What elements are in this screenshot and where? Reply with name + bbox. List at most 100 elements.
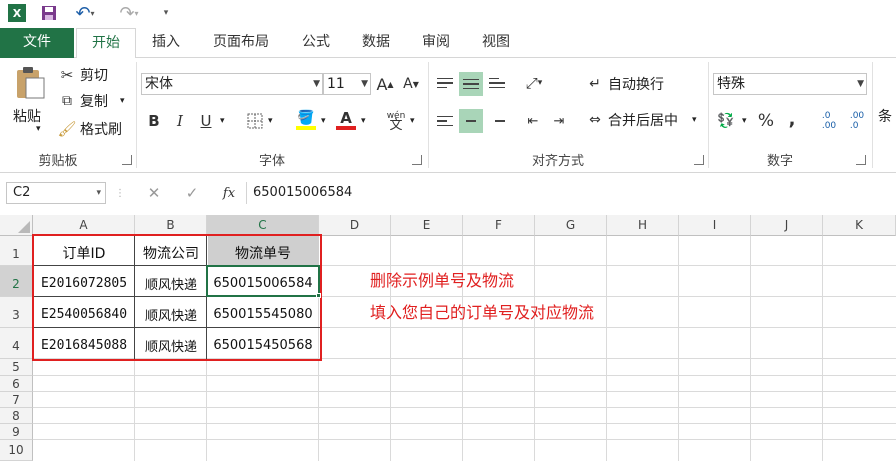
insert-function-button[interactable]: fx: [218, 183, 240, 203]
fill-color-dropdown-icon[interactable]: ▾: [321, 116, 326, 126]
column-header-j[interactable]: J: [751, 215, 823, 236]
tab-page-layout[interactable]: 页面布局: [205, 28, 277, 58]
paste-icon[interactable]: [12, 66, 48, 100]
bold-button[interactable]: B: [144, 110, 164, 132]
accounting-format-icon[interactable]: 💱: [714, 110, 738, 132]
accounting-dropdown-icon[interactable]: ▾: [742, 116, 747, 126]
borders-icon[interactable]: [244, 110, 266, 132]
formula-input[interactable]: 650015006584: [246, 182, 896, 204]
conditional-format-button[interactable]: 条: [878, 106, 892, 126]
italic-button[interactable]: I: [170, 110, 190, 132]
copy-dropdown-icon[interactable]: ▾: [120, 96, 125, 106]
font-group-label: 字体: [258, 154, 285, 169]
column-header-k[interactable]: K: [823, 215, 896, 236]
cut-button[interactable]: 剪切: [80, 66, 108, 84]
tab-home[interactable]: 开始: [76, 28, 136, 59]
comma-button[interactable]: ,: [782, 108, 802, 130]
align-middle-icon[interactable]: [459, 72, 483, 96]
row-header-6[interactable]: 6: [0, 376, 33, 392]
instruction-note-1: 删除示例单号及物流: [370, 271, 515, 290]
column-header-b[interactable]: B: [135, 215, 207, 236]
column-header-f[interactable]: F: [463, 215, 535, 236]
orientation-icon[interactable]: ⤢ ▾: [520, 72, 548, 94]
font-name-select[interactable]: 宋体 ▼: [141, 73, 323, 95]
borders-dropdown-icon[interactable]: ▾: [268, 116, 273, 126]
percent-button[interactable]: %: [756, 110, 776, 132]
row-header-4[interactable]: 4: [0, 328, 33, 359]
gridline: [534, 236, 535, 461]
tab-data[interactable]: 数据: [356, 28, 396, 58]
increase-indent-icon[interactable]: ⇥: [548, 110, 570, 132]
gridline: [822, 236, 823, 461]
column-header-a[interactable]: A: [33, 215, 135, 236]
column-header-i[interactable]: I: [679, 215, 751, 236]
font-color-icon[interactable]: A: [334, 108, 358, 132]
fill-color-icon[interactable]: 🪣: [294, 108, 318, 132]
align-left-icon[interactable]: [434, 110, 456, 132]
number-format-select[interactable]: 特殊 ▼: [713, 73, 867, 95]
underline-button[interactable]: U: [196, 110, 216, 132]
column-header-d[interactable]: D: [319, 215, 391, 236]
merge-center-icon: ⇔: [589, 112, 601, 128]
ribbon: 粘贴 ▾ ✂ 剪切 ⧉ 复制 ▾ 🖌 格式刷 剪贴板 宋体 ▼ 11 ▼ A ▲ A ▼…: [0, 58, 896, 173]
paste-button[interactable]: 粘贴: [13, 106, 41, 126]
fill-handle[interactable]: [316, 293, 321, 298]
decrease-indent-icon[interactable]: ⇤: [522, 110, 544, 132]
cancel-icon[interactable]: ✕: [144, 183, 164, 203]
phonetic-icon[interactable]: wén 文: [384, 108, 408, 134]
alignment-launcher-icon[interactable]: [694, 155, 704, 165]
increase-decimal-icon[interactable]: .0 .00: [816, 108, 842, 134]
tab-view[interactable]: 视图: [476, 28, 516, 58]
paste-dropdown-icon[interactable]: ▾: [36, 124, 41, 134]
font-size-select[interactable]: 11 ▼: [323, 73, 371, 95]
merge-center-button[interactable]: 合并后居中: [608, 110, 678, 130]
phonetic-dropdown-icon[interactable]: ▾: [410, 116, 415, 126]
row-header-7[interactable]: 7: [0, 392, 33, 408]
grow-font-icon[interactable]: A ▲: [376, 74, 394, 94]
customize-icon[interactable]: ▾: [160, 4, 172, 22]
row-header-9[interactable]: 9: [0, 424, 33, 440]
font-color-dropdown-icon[interactable]: ▾: [361, 116, 366, 126]
copy-button[interactable]: 复制: [80, 92, 108, 110]
font-launcher-icon[interactable]: [412, 155, 422, 165]
shrink-font-icon[interactable]: A ▼: [402, 74, 420, 94]
row-header-2[interactable]: 2: [0, 266, 33, 297]
save-icon[interactable]: [40, 4, 58, 22]
tab-insert[interactable]: 插入: [146, 28, 186, 58]
wrap-text-button[interactable]: 自动换行: [608, 74, 664, 94]
font-size-value: 11: [327, 76, 345, 92]
column-header-g[interactable]: G: [535, 215, 607, 236]
name-box[interactable]: C2 ▾: [6, 182, 106, 204]
column-header-h[interactable]: H: [607, 215, 679, 236]
redo-icon[interactable]: ↷ ▾: [116, 3, 142, 24]
enter-icon[interactable]: ✓: [182, 183, 202, 203]
select-all-corner[interactable]: [0, 215, 33, 236]
spreadsheet-grid[interactable]: A B C D E F G H I J K 1 2 3 4 5 6 7 8 9 10 订单ID 物流公司 物流单号 E20160…: [0, 215, 896, 461]
column-header-e[interactable]: E: [391, 215, 463, 236]
row-header-10[interactable]: 10: [0, 440, 33, 461]
row-header-3[interactable]: 3: [0, 297, 33, 328]
row-header-5[interactable]: 5: [0, 359, 33, 376]
align-top-icon[interactable]: [434, 72, 456, 94]
align-bottom-icon[interactable]: [486, 72, 508, 94]
table-highlight-outline: [32, 234, 322, 361]
align-center-icon[interactable]: [459, 109, 483, 133]
tab-file[interactable]: 文件: [0, 28, 74, 58]
decrease-decimal-icon[interactable]: .00 .0: [844, 108, 870, 134]
undo-icon[interactable]: ↶ ▾: [72, 3, 98, 24]
ribbon-tabs: 文件 开始 插入 页面布局 公式 数据 审阅 视图: [0, 28, 896, 59]
align-right-icon[interactable]: [486, 110, 508, 132]
clipboard-launcher-icon[interactable]: [122, 155, 132, 165]
row-header-8[interactable]: 8: [0, 408, 33, 424]
row-header-1[interactable]: 1: [0, 236, 33, 266]
underline-dropdown-icon[interactable]: ▾: [220, 116, 225, 126]
merge-dropdown-icon[interactable]: ▾: [692, 115, 697, 125]
format-painter-button[interactable]: 格式刷: [80, 120, 122, 138]
tab-formulas[interactable]: 公式: [296, 28, 336, 58]
number-launcher-icon[interactable]: [856, 155, 866, 165]
tab-review[interactable]: 审阅: [416, 28, 456, 58]
group-divider: [428, 62, 429, 168]
wrap-text-icon: ↵: [589, 76, 601, 92]
font-name-value: 宋体: [145, 76, 173, 92]
column-header-c[interactable]: C: [207, 215, 319, 236]
